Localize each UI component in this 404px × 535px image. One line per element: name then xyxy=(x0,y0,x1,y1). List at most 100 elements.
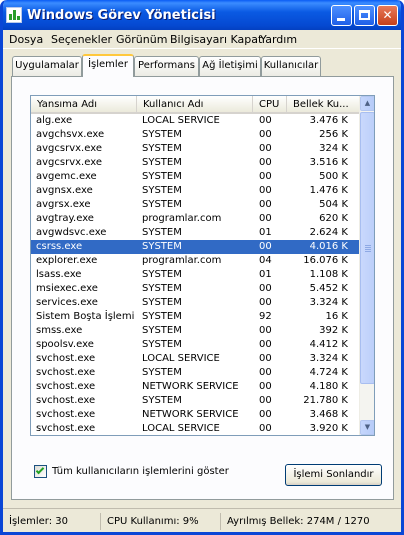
process-row[interactable]: svchost.exe SYSTEM 00 21.780 K xyxy=(31,394,361,408)
process-image-name: lsass.exe xyxy=(36,269,82,280)
maximize-button[interactable] xyxy=(354,5,375,26)
task-manager-window: Windows Görev Yöneticisi ✕ Dosya Seçenek… xyxy=(0,0,404,535)
scroll-up-button[interactable]: ▲ xyxy=(360,96,374,111)
process-row[interactable]: smss.exe SYSTEM 00 392 K xyxy=(31,324,361,338)
scroll-down-arrow-icon: ▼ xyxy=(364,423,371,431)
process-user-name: SYSTEM xyxy=(142,227,182,238)
process-user-name: SYSTEM xyxy=(142,297,182,308)
process-row[interactable]: csrss.exe SYSTEM 00 4.016 K xyxy=(31,240,361,254)
process-mem-usage: 3.920 K xyxy=(309,423,348,434)
tab-performance[interactable]: Performans xyxy=(134,56,199,76)
process-row[interactable]: lsass.exe SYSTEM 01 1.108 K xyxy=(31,268,361,282)
process-mem-usage: 620 K xyxy=(319,213,348,224)
process-row[interactable]: avgchsvx.exe SYSTEM 00 256 K xyxy=(31,128,361,142)
process-cpu: 00 xyxy=(259,339,272,350)
process-row[interactable]: avgnsx.exe SYSTEM 00 1.476 K xyxy=(31,184,361,198)
process-mem-usage: 392 K xyxy=(319,325,348,336)
process-cpu: 00 xyxy=(259,283,272,294)
process-cpu: 00 xyxy=(259,409,272,420)
process-user-name: SYSTEM xyxy=(142,143,182,154)
process-row[interactable]: avgwdsvc.exe SYSTEM 01 2.624 K xyxy=(31,226,361,240)
process-user-name: programlar.com xyxy=(142,213,222,224)
process-row[interactable]: avgcsrvx.exe SYSTEM 00 3.516 K xyxy=(31,156,361,170)
process-cpu: 00 xyxy=(259,367,272,378)
column-header-mem-usage[interactable]: Bellek Ku... xyxy=(287,96,361,113)
process-cpu: 00 xyxy=(259,171,272,182)
process-list[interactable]: Yansıma Adı Kullanıcı Adı CPU Bellek Ku.… xyxy=(30,95,375,436)
status-bar: İşlemler: 30 CPU Kullanımı: 9% Ayrılmış … xyxy=(3,508,401,532)
tab-users[interactable]: Kullanıcılar xyxy=(261,56,321,76)
process-row[interactable]: msiexec.exe SYSTEM 00 5.452 K xyxy=(31,282,361,296)
process-row[interactable]: Sistem Boşta İşlemi SYSTEM 92 16 K xyxy=(31,310,361,324)
menu-view[interactable]: Görünüm xyxy=(116,33,167,46)
title-bar[interactable]: Windows Görev Yöneticisi ✕ xyxy=(3,0,401,30)
process-user-name: SYSTEM xyxy=(142,367,182,378)
process-image-name: avgrsx.exe xyxy=(36,199,91,210)
process-cpu: 00 xyxy=(259,423,272,434)
process-mem-usage: 4.180 K xyxy=(309,381,348,392)
process-cpu: 00 xyxy=(259,395,272,406)
process-image-name: svchost.exe xyxy=(36,409,96,420)
column-header-image-name[interactable]: Yansıma Adı xyxy=(31,96,137,113)
process-user-name: SYSTEM xyxy=(142,157,182,168)
show-all-users-checkbox[interactable] xyxy=(34,465,47,478)
minimize-button[interactable] xyxy=(331,5,352,26)
process-row[interactable]: alg.exe LOCAL SERVICE 00 3.476 K xyxy=(31,114,361,128)
menu-help[interactable]: Yardım xyxy=(260,33,297,46)
process-user-name: SYSTEM xyxy=(142,171,182,182)
process-row[interactable]: avgrsx.exe SYSTEM 00 504 K xyxy=(31,198,361,212)
process-user-name: SYSTEM xyxy=(142,325,182,336)
process-row[interactable]: services.exe SYSTEM 00 3.324 K xyxy=(31,296,361,310)
menu-options[interactable]: Seçenekler xyxy=(51,33,112,46)
process-row[interactable]: svchost.exe LOCAL SERVICE 00 3.920 K xyxy=(31,422,361,435)
process-image-name: csrss.exe xyxy=(36,241,83,252)
process-row[interactable]: svchost.exe LOCAL SERVICE 00 3.324 K xyxy=(31,352,361,366)
process-image-name: svchost.exe xyxy=(36,395,96,406)
tab-processes[interactable]: İşlemler xyxy=(82,54,134,77)
window-title: Windows Görev Yöneticisi xyxy=(27,8,216,23)
process-cpu: 00 xyxy=(259,325,272,336)
column-header-cpu[interactable]: CPU xyxy=(253,96,287,113)
column-header-user-name[interactable]: Kullanıcı Adı xyxy=(137,96,253,113)
process-mem-usage: 256 K xyxy=(319,129,348,140)
status-cpu-usage: CPU Kullanımı: 9% xyxy=(104,513,221,530)
process-row[interactable]: spoolsv.exe SYSTEM 00 4.412 K xyxy=(31,338,361,352)
process-row[interactable]: avgemc.exe SYSTEM 00 500 K xyxy=(31,170,361,184)
process-user-name: programlar.com xyxy=(142,255,222,266)
scroll-down-button[interactable]: ▼ xyxy=(360,420,374,435)
grip-line xyxy=(365,249,371,250)
process-mem-usage: 16 K xyxy=(325,311,348,322)
process-mem-usage: 1.108 K xyxy=(309,269,348,280)
process-row[interactable]: avgcsrvx.exe SYSTEM 00 324 K xyxy=(31,142,361,156)
process-image-name: avgchsvx.exe xyxy=(36,129,105,140)
tab-networking[interactable]: Ağ İletişimi xyxy=(199,56,261,76)
end-process-button[interactable]: İşlemi Sonlandır xyxy=(285,464,382,486)
process-row[interactable]: svchost.exe NETWORK SERVICE 00 3.468 K xyxy=(31,408,361,422)
vertical-scrollbar[interactable]: ▲ ▼ xyxy=(359,96,374,435)
task-manager-app-icon xyxy=(6,7,22,23)
process-image-name: smss.exe xyxy=(36,325,83,336)
tab-applications[interactable]: Uygulamalar xyxy=(12,56,82,76)
process-row[interactable]: svchost.exe NETWORK SERVICE 00 4.180 K xyxy=(31,380,361,394)
process-cpu: 00 xyxy=(259,199,272,210)
process-user-name: SYSTEM xyxy=(142,241,182,252)
process-row[interactable]: svchost.exe SYSTEM 00 4.724 K xyxy=(31,366,361,380)
menu-shutdown[interactable]: Bilgisayarı Kapat xyxy=(170,33,262,46)
show-all-users-label: Tüm kullanıcıların işlemlerini göster xyxy=(52,466,229,477)
process-image-name: avgcsrvx.exe xyxy=(36,157,102,168)
close-button[interactable]: ✕ xyxy=(377,5,398,26)
process-row[interactable]: avgtray.exe programlar.com 00 620 K xyxy=(31,212,361,226)
process-cpu: 00 xyxy=(259,381,272,392)
process-image-name: avgcsrvx.exe xyxy=(36,143,102,154)
process-user-name: SYSTEM xyxy=(142,283,182,294)
process-user-name: SYSTEM xyxy=(142,185,182,196)
process-cpu: 04 xyxy=(259,255,272,266)
process-mem-usage: 2.624 K xyxy=(309,227,348,238)
process-mem-usage: 324 K xyxy=(319,143,348,154)
process-cpu: 92 xyxy=(259,311,272,322)
process-user-name: SYSTEM xyxy=(142,311,182,322)
scroll-thumb[interactable] xyxy=(360,112,374,384)
process-rows: alg.exe LOCAL SERVICE 00 3.476 K avgchsvx.ex… xyxy=(31,114,361,435)
process-row[interactable]: explorer.exe programlar.com 04 16.076 K xyxy=(31,254,361,268)
menu-file[interactable]: Dosya xyxy=(9,33,43,46)
